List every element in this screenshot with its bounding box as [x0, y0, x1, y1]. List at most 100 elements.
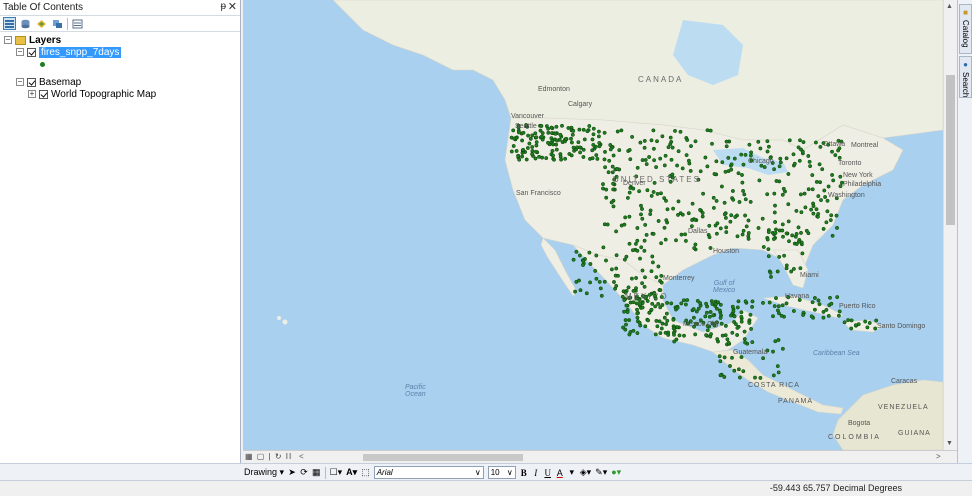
- font-name-dropdown[interactable]: Arial ∨: [373, 466, 484, 479]
- zoom-to-selected-icon[interactable]: ▦: [312, 467, 321, 478]
- fire-point: [614, 253, 619, 258]
- expand-icon[interactable]: +: [28, 90, 36, 98]
- font-size-dropdown[interactable]: 10 ∨: [487, 466, 516, 479]
- map-horizontal-scrollbar[interactable]: ▦ ▢ | ↻ II < >: [243, 450, 957, 463]
- fire-point: [691, 307, 696, 312]
- basemap-visibility-checkbox[interactable]: [27, 77, 36, 87]
- tree-row-topo-layer[interactable]: + World Topographic Map: [4, 88, 240, 100]
- fire-point: [722, 212, 727, 217]
- chevron-down-icon[interactable]: ∨: [475, 468, 481, 477]
- fire-point: [687, 161, 692, 166]
- fire-point: [514, 149, 519, 153]
- layer-visibility-checkbox[interactable]: [27, 47, 36, 57]
- marker-color-icon[interactable]: ●▾: [611, 467, 621, 478]
- fire-point: [693, 332, 698, 337]
- label-calgary: Calgary: [568, 101, 593, 108]
- fire-point: [849, 318, 854, 323]
- fire-point: [598, 286, 603, 291]
- scroll-left-arrow-icon[interactable]: <: [299, 452, 304, 461]
- fire-point: [533, 149, 538, 154]
- collapse-icon[interactable]: −: [16, 48, 24, 56]
- scroll-right-arrow-icon[interactable]: >: [936, 452, 941, 461]
- fire-point: [602, 130, 607, 135]
- fire-point: [644, 232, 649, 237]
- close-icon[interactable]: ✕: [228, 0, 237, 13]
- map-vertical-scrollbar[interactable]: ▲ ▼: [943, 0, 956, 450]
- fire-point: [658, 305, 663, 310]
- fire-point: [781, 234, 785, 239]
- fires-layer-label[interactable]: fires_snpp_7days: [39, 46, 122, 58]
- list-by-drawing-order-icon[interactable]: [3, 17, 16, 30]
- fire-point: [587, 250, 592, 255]
- fire-point: [601, 245, 606, 250]
- underline-button[interactable]: U: [544, 468, 552, 478]
- text-tool-icon[interactable]: A▾: [346, 467, 357, 478]
- fire-point: [672, 332, 676, 337]
- fire-point: [673, 128, 677, 133]
- topo-visibility-checkbox[interactable]: [39, 89, 48, 99]
- fire-point: [564, 136, 569, 141]
- chevron-down-icon[interactable]: ∨: [507, 468, 513, 477]
- fire-point: [790, 233, 795, 238]
- rotate-icon[interactable]: ⟳: [300, 467, 308, 478]
- fire-point: [829, 301, 834, 306]
- fire-point: [679, 232, 684, 237]
- fire-point: [821, 226, 826, 231]
- italic-button[interactable]: I: [532, 468, 540, 478]
- vertical-scroll-thumb[interactable]: [946, 75, 955, 225]
- tree-row-layers[interactable]: − Layers: [4, 34, 240, 46]
- fire-point: [606, 170, 611, 175]
- tree-row-fires-layer[interactable]: − fires_snpp_7days: [4, 46, 240, 58]
- horizontal-scroll-thumb[interactable]: [363, 454, 523, 461]
- fire-point: [599, 293, 604, 298]
- scroll-up-arrow-icon[interactable]: ▲: [946, 3, 953, 10]
- edit-vertices-icon[interactable]: ⬚: [361, 467, 370, 478]
- folder-icon: [15, 35, 26, 45]
- fire-point: [773, 220, 778, 224]
- fire-point: [520, 138, 525, 143]
- tree-row-basemap[interactable]: − Basemap: [4, 76, 240, 88]
- fire-point: [633, 241, 638, 246]
- scroll-down-arrow-icon[interactable]: ▼: [946, 440, 953, 447]
- label-panama: PANAMA: [778, 398, 814, 405]
- bold-button[interactable]: B: [520, 468, 528, 478]
- fire-point: [591, 126, 596, 131]
- collapse-icon[interactable]: −: [16, 78, 24, 86]
- fire-point: [729, 167, 734, 172]
- pin-icon[interactable]: ᵽ: [220, 1, 226, 12]
- fire-point: [685, 138, 690, 142]
- fire-point: [842, 320, 847, 325]
- list-by-selection-icon[interactable]: [51, 17, 64, 30]
- fill-color-icon[interactable]: ◈▾: [580, 467, 591, 478]
- fire-point: [680, 212, 685, 217]
- label-seattle: Seattle: [515, 123, 537, 130]
- fire-point: [729, 162, 734, 167]
- line-color-icon[interactable]: ✎▾: [595, 467, 607, 478]
- fire-point: [698, 169, 703, 174]
- list-by-visibility-icon[interactable]: [35, 17, 48, 30]
- fire-point: [777, 164, 782, 169]
- view-toggle-buttons[interactable]: ▦ ▢ | ↻ II: [245, 452, 292, 461]
- fire-point: [707, 314, 712, 319]
- fire-point: [614, 283, 619, 288]
- fire-point: [645, 188, 650, 193]
- options-icon[interactable]: [71, 17, 84, 30]
- search-tab[interactable]: ● Search: [959, 56, 972, 98]
- drawing-menu-button[interactable]: Drawing ▾: [244, 467, 284, 478]
- fire-point: [675, 305, 680, 310]
- fire-point: [551, 142, 555, 147]
- select-elements-icon[interactable]: ➤: [288, 467, 296, 478]
- list-by-source-icon[interactable]: [19, 17, 32, 30]
- font-color-button[interactable]: A: [556, 468, 564, 478]
- chevron-down-icon[interactable]: ▾: [568, 467, 576, 478]
- fire-point: [652, 158, 657, 163]
- collapse-icon[interactable]: −: [4, 36, 12, 44]
- fire-point: [675, 163, 680, 168]
- rectangle-tool-icon[interactable]: ☐▾: [330, 467, 343, 478]
- catalog-tab[interactable]: ■ Catalog: [959, 4, 972, 54]
- fire-point: [771, 373, 776, 378]
- fire-point: [654, 165, 659, 170]
- map-view[interactable]: CANADA UNITED STATES MEXICO Pacific Ocea…: [243, 0, 943, 450]
- fire-point: [692, 217, 697, 222]
- fire-point: [801, 140, 806, 145]
